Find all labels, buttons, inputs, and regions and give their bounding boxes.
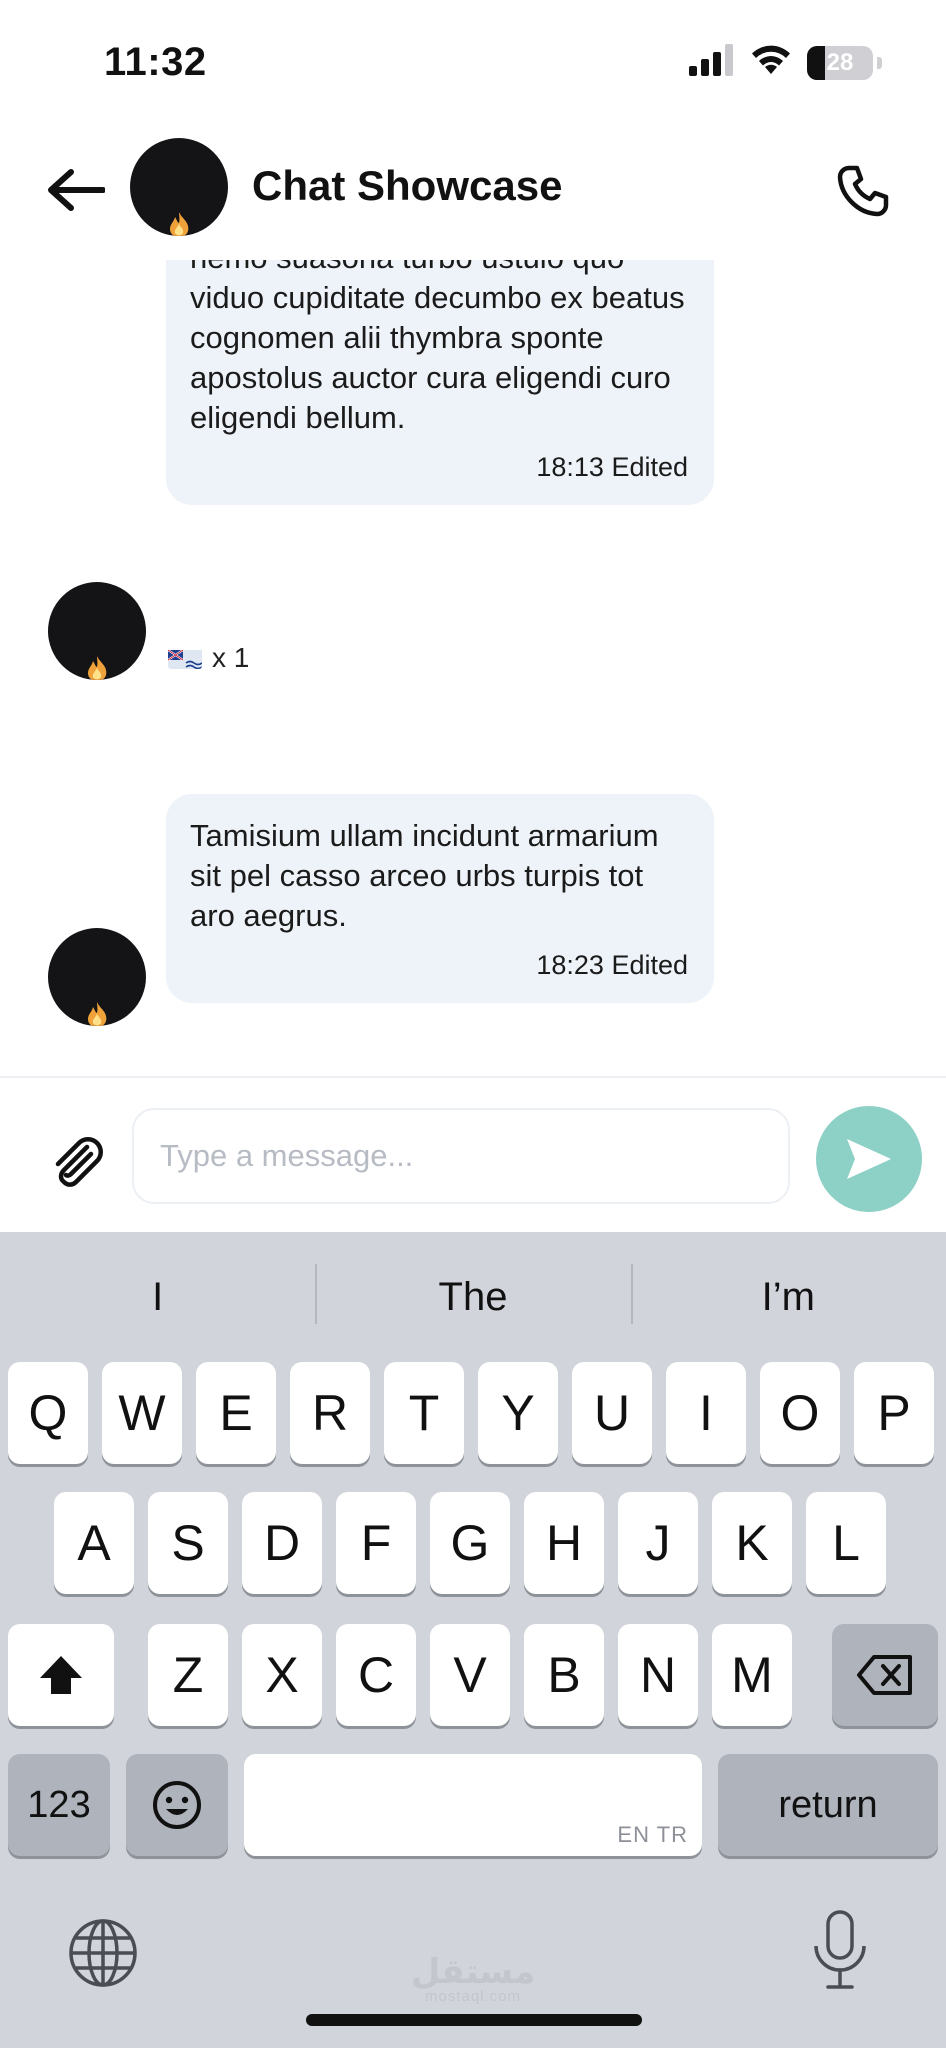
reaction-chip[interactable]: x 1 xyxy=(168,642,249,674)
message-text: Tamisium ullam incidunt armarium sit pel… xyxy=(190,818,659,933)
key-t[interactable]: T xyxy=(384,1362,464,1464)
space-key[interactable]: EN TR xyxy=(244,1754,702,1856)
microphone-icon[interactable] xyxy=(808,1908,872,1992)
chat-title: Chat Showcase xyxy=(252,162,563,209)
suggestion-item[interactable]: I xyxy=(0,1232,315,1362)
message-input[interactable] xyxy=(132,1108,790,1204)
suggestion-bar: I The I’m xyxy=(0,1232,946,1362)
battery-fill xyxy=(807,45,826,80)
chat-header: Chat Showcase xyxy=(0,120,946,260)
message-list[interactable]: deinde defaeco amita tristis laborum adv… xyxy=(0,260,946,1076)
flame-icon xyxy=(88,656,107,680)
key-m[interactable]: M xyxy=(712,1624,792,1726)
watermark-url: mostaql.com xyxy=(424,1988,522,2005)
key-row-1: Q W E R T Y U I O P xyxy=(0,1362,946,1466)
flame-icon xyxy=(88,1002,107,1026)
key-n[interactable]: N xyxy=(618,1624,698,1726)
battery-icon: 28 xyxy=(807,45,873,80)
return-key[interactable]: return xyxy=(718,1754,938,1856)
key-l[interactable]: L xyxy=(806,1492,886,1594)
key-row-4: 123 EN TR return xyxy=(0,1754,946,1858)
back-button[interactable] xyxy=(44,158,108,222)
emoji-key[interactable] xyxy=(126,1754,228,1856)
suggestion-item[interactable]: I’m xyxy=(630,1232,946,1362)
flag-icon xyxy=(168,647,202,669)
status-time: 11:32 xyxy=(104,40,207,84)
message-bubble[interactable]: deinde defaeco amita tristis laborum adv… xyxy=(166,260,714,505)
avatar[interactable] xyxy=(130,138,228,236)
key-u[interactable]: U xyxy=(572,1362,652,1464)
key-row-2: A S D F G H J K L xyxy=(0,1492,946,1596)
message-time: 18:13 Edited xyxy=(536,452,688,482)
key-s[interactable]: S xyxy=(148,1492,228,1594)
key-y[interactable]: Y xyxy=(478,1362,558,1464)
emoji-icon xyxy=(153,1781,201,1829)
globe-icon[interactable] xyxy=(66,1916,140,1990)
numbers-key[interactable]: 123 xyxy=(8,1754,110,1856)
key-q[interactable]: Q xyxy=(8,1362,88,1464)
phone-icon xyxy=(837,165,889,217)
key-o[interactable]: O xyxy=(760,1362,840,1464)
signal-icon xyxy=(689,44,735,81)
key-g[interactable]: G xyxy=(430,1492,510,1594)
send-icon xyxy=(847,1139,891,1179)
status-bar: 11:32 28 xyxy=(0,0,946,120)
key-p[interactable]: P xyxy=(854,1362,934,1464)
key-row-3: Z X C V B N M xyxy=(0,1624,946,1728)
keyboard: I The I’m Q W E R T Y U I O P A S D F G … xyxy=(0,1232,946,2048)
avatar[interactable] xyxy=(48,928,146,1026)
paperclip-icon xyxy=(55,1137,103,1187)
key-r[interactable]: R xyxy=(290,1362,370,1464)
watermark-logo: مستقل xyxy=(410,1952,536,1992)
backspace-icon xyxy=(857,1655,912,1695)
key-j[interactable]: J xyxy=(618,1492,698,1594)
key-f[interactable]: F xyxy=(336,1492,416,1594)
backspace-key[interactable] xyxy=(832,1624,938,1726)
key-d[interactable]: D xyxy=(242,1492,322,1594)
key-c[interactable]: C xyxy=(336,1624,416,1726)
key-w[interactable]: W xyxy=(102,1362,182,1464)
key-a[interactable]: A xyxy=(54,1492,134,1594)
wifi-icon xyxy=(749,44,793,81)
watermark: مستقل mostaql.com xyxy=(410,1952,536,2005)
key-i[interactable]: I xyxy=(666,1362,746,1464)
avatar[interactable] xyxy=(48,582,146,680)
status-icons: 28 xyxy=(689,44,882,81)
key-k[interactable]: K xyxy=(712,1492,792,1594)
flame-icon xyxy=(170,212,189,236)
composer xyxy=(0,1076,946,1232)
battery-nub xyxy=(877,56,882,69)
send-button[interactable] xyxy=(816,1106,922,1212)
message-text: deinde defaeco amita tristis laborum adv… xyxy=(190,260,685,435)
reaction-count: x 1 xyxy=(212,642,250,673)
suggestion-item[interactable]: The xyxy=(315,1232,630,1362)
key-z[interactable]: Z xyxy=(148,1624,228,1726)
space-language-label: EN TR xyxy=(617,1822,688,1847)
message-bubble[interactable]: Tamisium ullam incidunt armarium sit pel… xyxy=(166,794,714,1003)
key-v[interactable]: V xyxy=(430,1624,510,1726)
attach-button[interactable] xyxy=(44,1130,110,1196)
battery-percent: 28 xyxy=(826,48,854,76)
key-e[interactable]: E xyxy=(196,1362,276,1464)
shift-icon xyxy=(40,1656,82,1694)
key-h[interactable]: H xyxy=(524,1492,604,1594)
arrow-left-icon xyxy=(48,169,105,211)
key-x[interactable]: X xyxy=(242,1624,322,1726)
home-indicator xyxy=(306,2014,642,2026)
message-time: 18:23 Edited xyxy=(536,950,688,980)
shift-key[interactable] xyxy=(8,1624,114,1726)
key-b[interactable]: B xyxy=(524,1624,604,1726)
call-button[interactable] xyxy=(830,158,896,224)
